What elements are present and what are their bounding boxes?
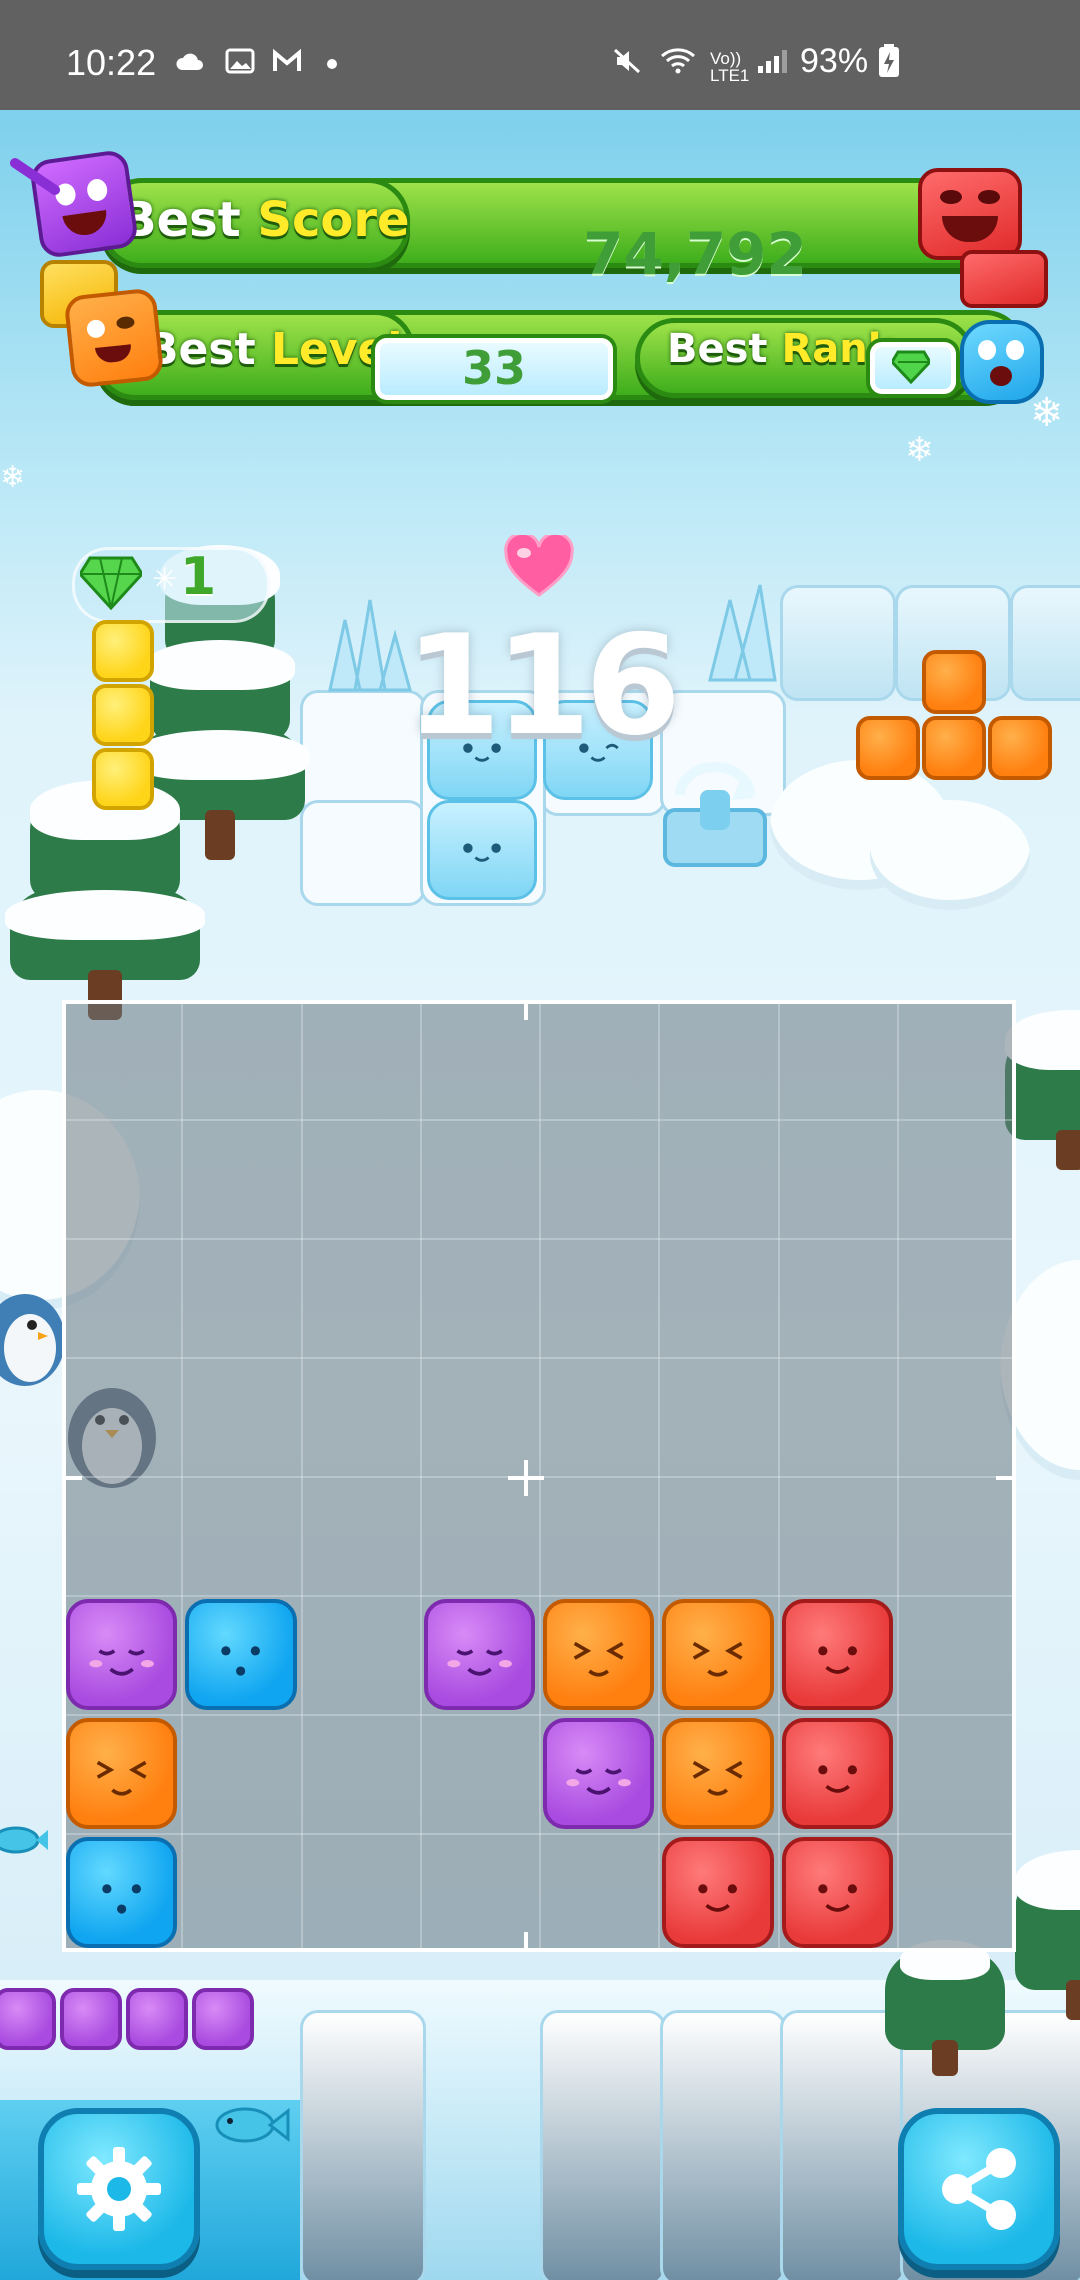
red-mascot (918, 168, 1022, 260)
cloud-icon (176, 53, 203, 70)
rotate-pedestal (660, 750, 770, 870)
board-block-red (662, 1837, 774, 1948)
fish-icon (0, 1826, 48, 1854)
piece-block (92, 684, 154, 746)
mute-icon (613, 48, 641, 74)
best-score-value: 74,792 (583, 220, 807, 288)
snowflake-icon: ❄ (1030, 390, 1064, 436)
blue-mascot (960, 320, 1044, 404)
piece-block (922, 650, 986, 714)
piece-block (988, 716, 1052, 780)
heart-icon (504, 535, 574, 597)
piece-block (92, 748, 154, 810)
snow-pile (870, 800, 1030, 910)
gem-count: 1 (180, 547, 217, 607)
board-block-orange (662, 1718, 774, 1829)
ice-pillar (660, 2010, 786, 2280)
board-block-purple (66, 1599, 178, 1710)
piece-block (92, 620, 154, 682)
orange-mascot (63, 287, 165, 389)
board-block-blue (66, 1837, 178, 1948)
red-block-decor (960, 250, 1048, 308)
wifi-icon (661, 48, 695, 74)
status-time: 10:22 (66, 42, 157, 83)
board-block-orange (66, 1718, 178, 1829)
fish-icon (215, 2107, 290, 2143)
board-block-orange (662, 1599, 774, 1710)
gem-icon (80, 556, 142, 610)
share-icon (942, 2148, 1016, 2230)
battery-percent: 93% (800, 42, 869, 80)
board-tick (62, 1476, 82, 1480)
network-label: Vo)) LTE1 (710, 49, 750, 85)
best-level-label: Best Level (145, 324, 403, 375)
share-button[interactable] (898, 2108, 1060, 2270)
piece-block (192, 1988, 254, 2050)
snowy-tree (1010, 1790, 1080, 2050)
board-block-purple (423, 1599, 535, 1710)
piece-purple-horizontal[interactable] (0, 1988, 264, 2056)
sparkle-icon: ✳ (152, 562, 178, 597)
rotate-icon (663, 762, 767, 867)
board-block-blue (185, 1599, 297, 1710)
gem-icon (892, 350, 930, 384)
dot-icon (327, 59, 337, 69)
ice-cube-character (427, 800, 537, 900)
piece-block (126, 1988, 188, 2050)
board-block-purple (543, 1718, 655, 1829)
status-bar: 10:22 Vo)) LTE1 93% (0, 0, 1080, 110)
battery-charging-icon (879, 44, 899, 77)
board-block-red (781, 1718, 893, 1829)
piece-block (856, 716, 920, 780)
board-tick (524, 1000, 528, 1020)
best-score-label: Best Score (120, 192, 410, 248)
board-tick (996, 1476, 1016, 1480)
snow-block-decor (300, 800, 426, 906)
piece-block (60, 1988, 122, 2050)
snowflake-icon: ❄ (0, 460, 26, 495)
signal-icon (758, 50, 787, 73)
best-rank-label: Best Rank (667, 326, 895, 372)
piece-orange-t[interactable] (856, 650, 1056, 790)
board-block-red (781, 1837, 893, 1948)
game-scene: ❄ ❄ ❄ Best Score 74,792 Best Level 33 Be… (0, 110, 1080, 2280)
piece-yellow-vertical[interactable] (92, 620, 158, 816)
best-level-value: 33 (461, 341, 526, 395)
board-block-red (781, 1599, 893, 1710)
settings-button[interactable] (38, 2108, 200, 2270)
image-icon (225, 48, 255, 74)
penguin-icon (0, 1294, 65, 1386)
piece-block (0, 1988, 56, 2050)
gmail-icon (273, 48, 301, 71)
board-center-cross (524, 1460, 528, 1496)
gear-icon (77, 2147, 161, 2231)
ice-pillar (540, 2010, 666, 2280)
board-tick (524, 1932, 528, 1952)
game-board[interactable] (62, 1000, 1016, 1952)
board-block-orange (543, 1599, 655, 1710)
snowflake-icon: ❄ (905, 430, 934, 470)
piece-block (922, 716, 986, 780)
mascot-arm (10, 158, 60, 195)
ice-pillar (300, 2010, 426, 2280)
